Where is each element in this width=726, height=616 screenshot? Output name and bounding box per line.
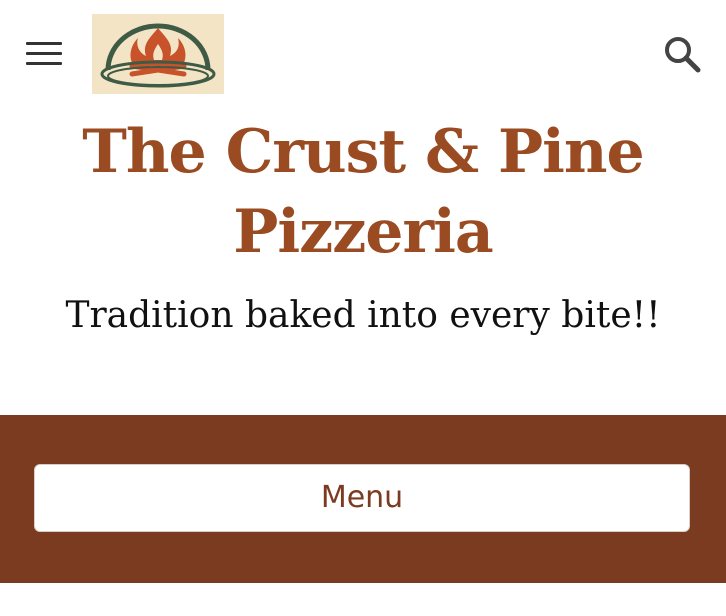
- site-header: [0, 0, 726, 110]
- hamburger-line: [26, 52, 62, 55]
- site-title-line-2: Pizzeria: [233, 197, 494, 267]
- site-title-block: The Crust & Pine Pizzeria: [0, 112, 726, 272]
- menu-button[interactable]: Menu: [34, 464, 690, 532]
- fire-hearth-logo-icon: [92, 14, 224, 94]
- menu-band: Menu: [0, 415, 726, 583]
- site-title-line-1: The Crust & Pine: [82, 117, 644, 187]
- hamburger-line: [26, 62, 62, 65]
- site-title: The Crust & Pine Pizzeria: [0, 112, 726, 272]
- site-tagline: Tradition baked into every bite!!: [65, 295, 661, 336]
- search-icon[interactable]: [662, 34, 702, 74]
- magnifier-icon: [665, 37, 701, 73]
- hamburger-line: [26, 42, 62, 45]
- site-logo[interactable]: [92, 14, 224, 94]
- hamburger-menu-icon[interactable]: [26, 40, 62, 68]
